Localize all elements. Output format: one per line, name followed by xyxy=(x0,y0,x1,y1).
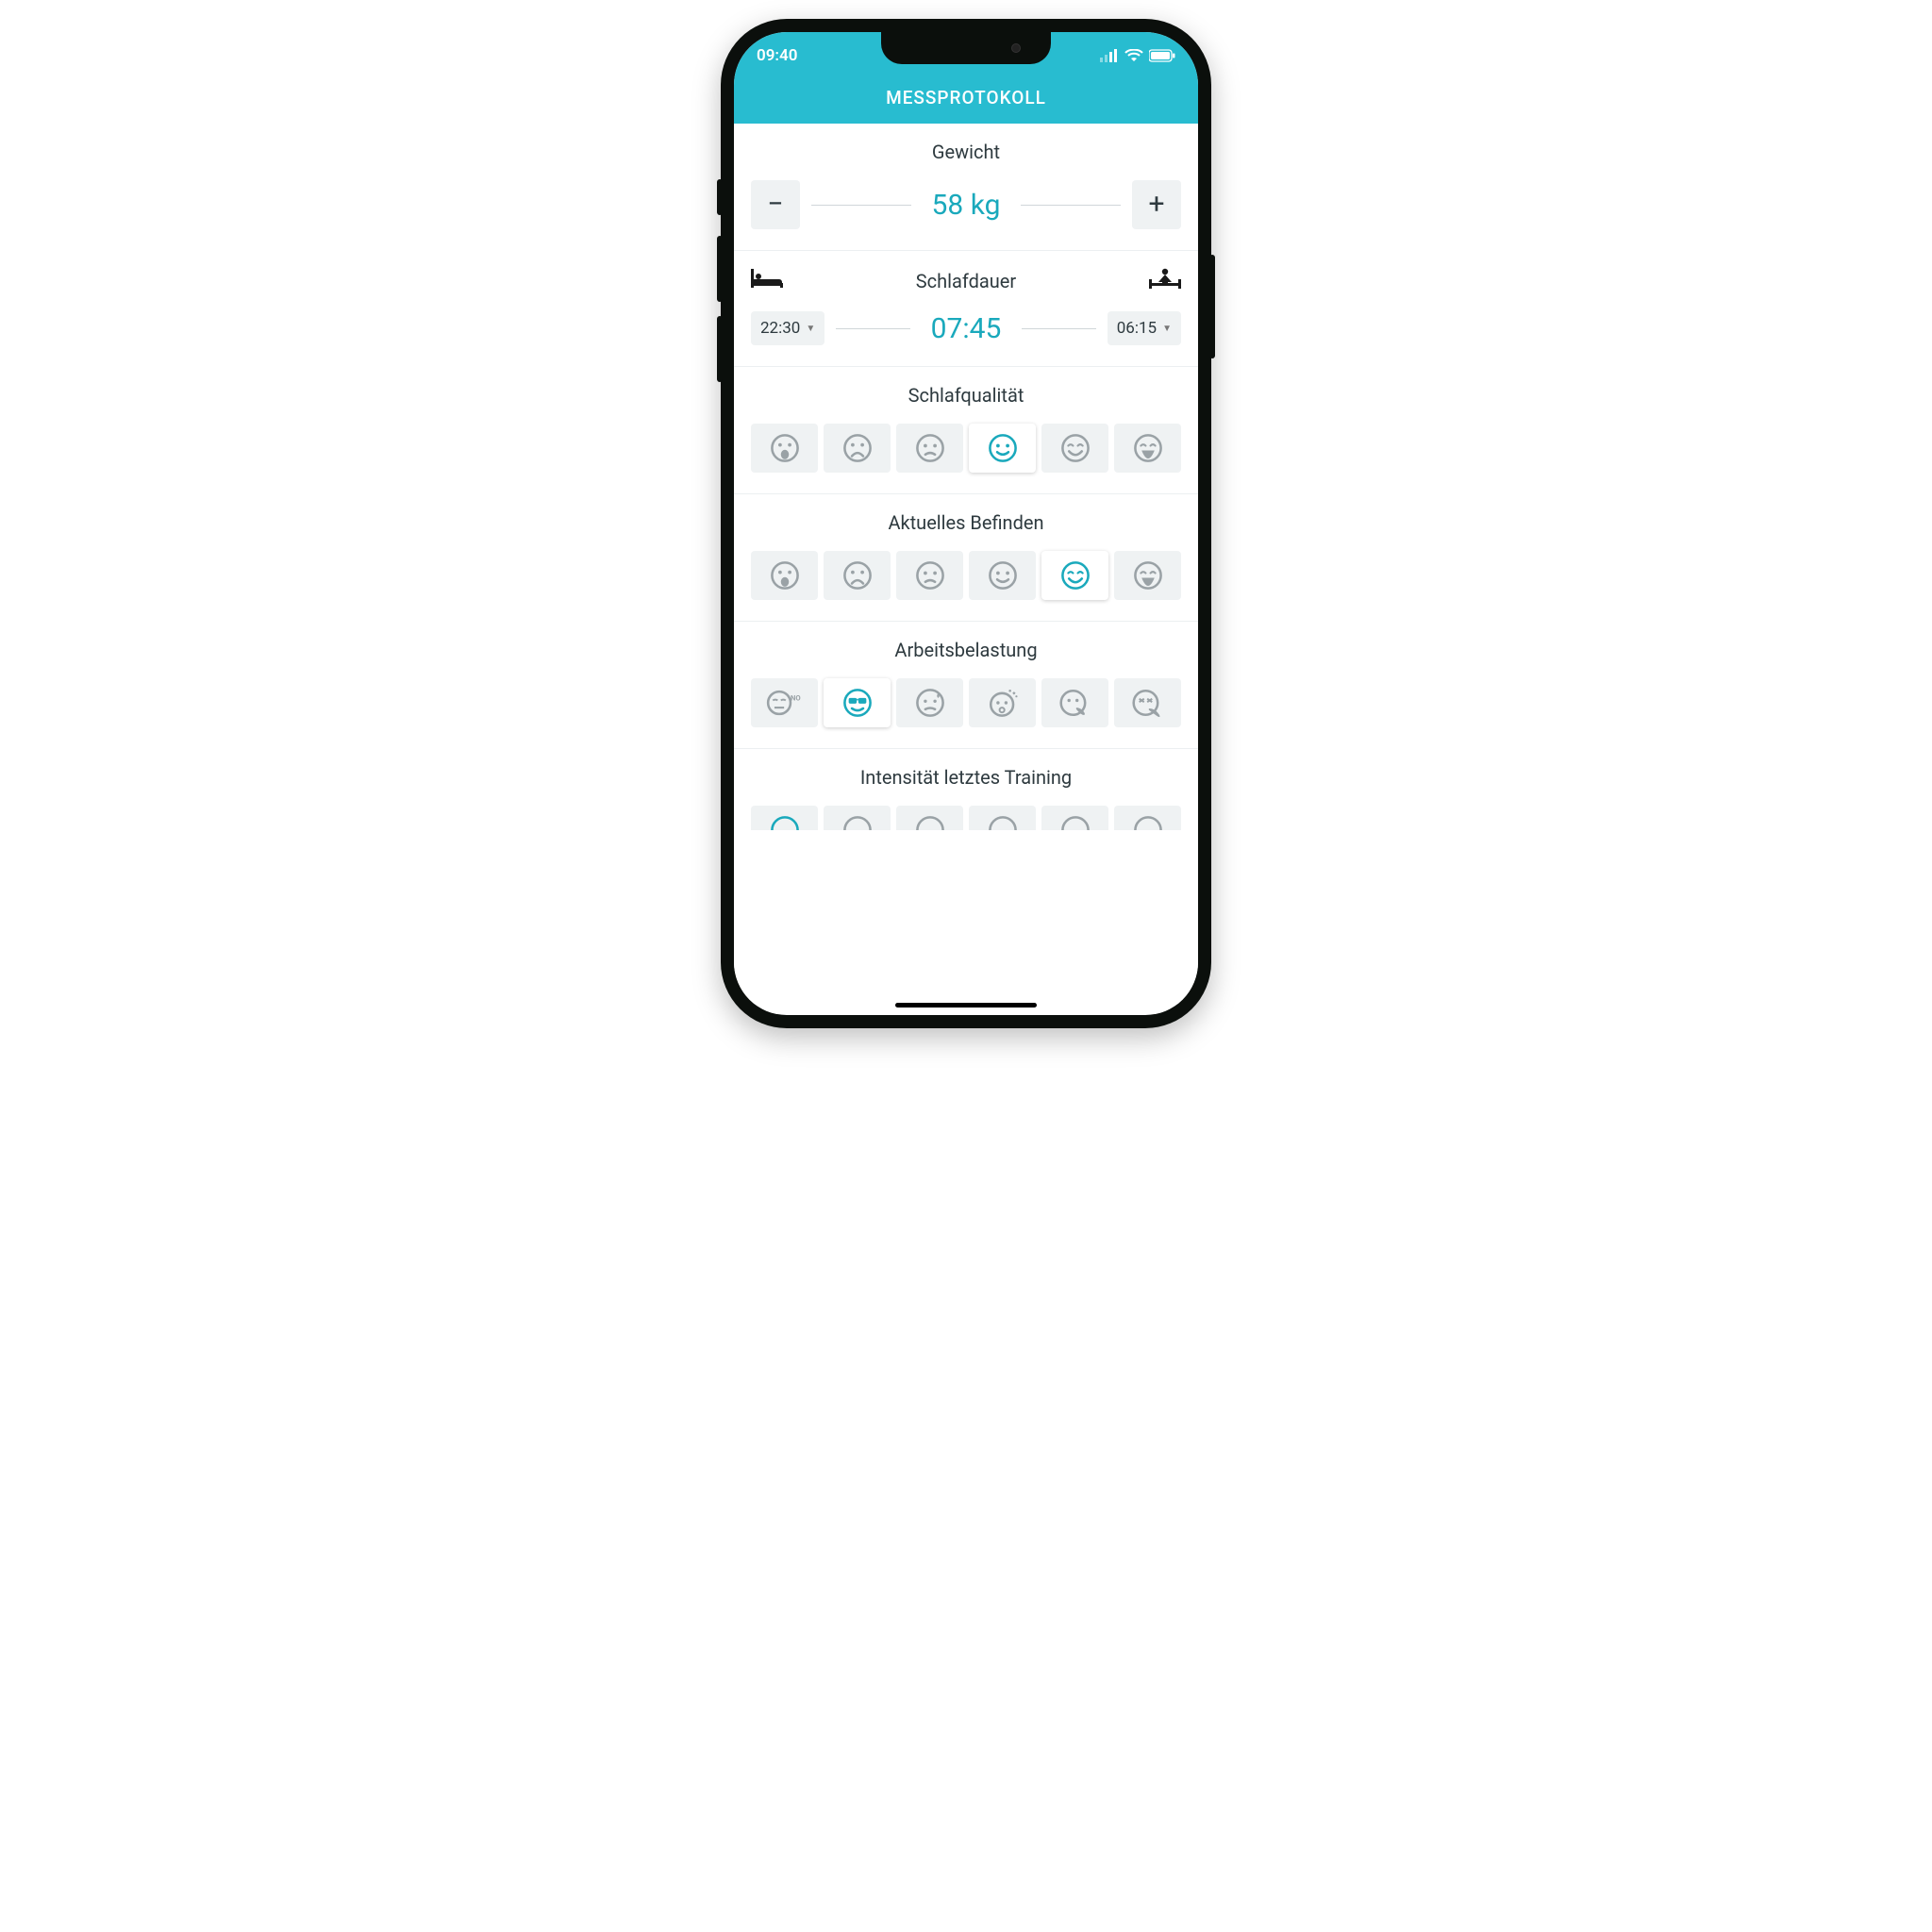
face-peek[interactable] xyxy=(896,806,963,830)
battery-icon xyxy=(1149,49,1175,62)
sleep-label: Schlafdauer xyxy=(916,270,1016,292)
face-sunglasses[interactable] xyxy=(824,678,891,727)
face-laughing[interactable] xyxy=(1114,424,1181,473)
weight-minus-button[interactable]: − xyxy=(751,180,800,229)
phone-frame: 09:40 MESSPROTOKOLL Gewicht − xyxy=(721,19,1211,1028)
face-very-sad[interactable] xyxy=(751,424,818,473)
sleep-header: Schlafdauer xyxy=(751,268,1181,294)
divider-line xyxy=(836,328,909,329)
svg-text:NO: NO xyxy=(790,693,800,702)
bedtime-value: 22:30 xyxy=(760,319,800,338)
mood-faces xyxy=(751,551,1181,600)
face-slight-smile[interactable] xyxy=(969,424,1036,473)
sleep-duration-value: 07:45 xyxy=(922,312,1011,345)
chevron-down-icon: ▼ xyxy=(806,324,815,334)
weight-stepper: − 58 kg + xyxy=(751,180,1181,229)
face-peek[interactable] xyxy=(751,806,818,830)
mood-label: Aktuelles Befinden xyxy=(751,511,1181,534)
bedtime-dropdown[interactable]: 22:30 ▼ xyxy=(751,311,824,345)
quality-label: Schlafqualität xyxy=(751,384,1181,407)
face-slight-smile[interactable] xyxy=(969,551,1036,600)
notch xyxy=(881,32,1051,64)
wake-icon xyxy=(1149,268,1181,294)
face-laughing[interactable] xyxy=(1114,551,1181,600)
volume-down-button xyxy=(717,316,723,382)
face-happy[interactable] xyxy=(1041,424,1108,473)
phone-screen: 09:40 MESSPROTOKOLL Gewicht − xyxy=(734,32,1198,1015)
intensity-faces-peek xyxy=(734,806,1198,830)
face-sweat[interactable] xyxy=(896,678,963,727)
face-neutral-sad[interactable] xyxy=(896,424,963,473)
face-sad[interactable] xyxy=(824,424,891,473)
bed-icon xyxy=(751,269,783,293)
face-exhausted[interactable] xyxy=(1114,678,1181,727)
mute-switch xyxy=(717,179,723,215)
chevron-down-icon: ▼ xyxy=(1162,324,1172,334)
quality-section: Schlafqualität xyxy=(734,367,1198,494)
face-very-sad[interactable] xyxy=(751,551,818,600)
divider-line xyxy=(1022,328,1095,329)
quality-faces xyxy=(751,424,1181,473)
waketime-dropdown[interactable]: 06:15 ▼ xyxy=(1108,311,1181,345)
workload-section: Arbeitsbelastung NO xyxy=(734,622,1198,749)
weight-label: Gewicht xyxy=(751,141,1181,163)
workload-faces: NO xyxy=(751,678,1181,727)
power-button xyxy=(1209,255,1215,358)
face-peek[interactable] xyxy=(1114,806,1181,830)
face-happy[interactable] xyxy=(1041,551,1108,600)
face-neutral-sad[interactable] xyxy=(896,551,963,600)
sleep-row: 22:30 ▼ 07:45 06:15 ▼ xyxy=(751,311,1181,345)
face-sick[interactable] xyxy=(1041,678,1108,727)
home-indicator[interactable] xyxy=(895,1003,1037,1008)
content-scroll[interactable]: Gewicht − 58 kg + Schlafdauer xyxy=(734,124,1198,1014)
weight-value: 58 kg xyxy=(923,189,1010,222)
volume-up-button xyxy=(717,236,723,302)
weight-section: Gewicht − 58 kg + xyxy=(734,124,1198,251)
cellular-icon xyxy=(1100,49,1119,62)
face-peek[interactable] xyxy=(824,806,891,830)
face-no[interactable]: NO xyxy=(751,678,818,727)
camera-dot xyxy=(1011,43,1021,53)
mood-section: Aktuelles Befinden xyxy=(734,494,1198,622)
sleep-section: Schlafdauer 22:30 ▼ 07:45 06:15 ▼ xyxy=(734,251,1198,367)
waketime-value: 06:15 xyxy=(1117,319,1157,338)
workload-label: Arbeitsbelastung xyxy=(751,639,1181,661)
status-time: 09:40 xyxy=(757,46,797,65)
wifi-icon xyxy=(1124,49,1143,62)
divider-line xyxy=(1021,205,1121,206)
divider-line xyxy=(811,205,911,206)
weight-plus-button[interactable]: + xyxy=(1132,180,1181,229)
intensity-label: Intensität letztes Training xyxy=(751,766,1181,789)
face-dizzy[interactable] xyxy=(969,678,1036,727)
status-indicators xyxy=(1100,49,1175,62)
page-title: MESSPROTOKOLL xyxy=(734,79,1198,124)
intensity-section: Intensität letztes Training xyxy=(734,749,1198,789)
face-peek[interactable] xyxy=(1041,806,1108,830)
face-sad[interactable] xyxy=(824,551,891,600)
face-peek[interactable] xyxy=(969,806,1036,830)
